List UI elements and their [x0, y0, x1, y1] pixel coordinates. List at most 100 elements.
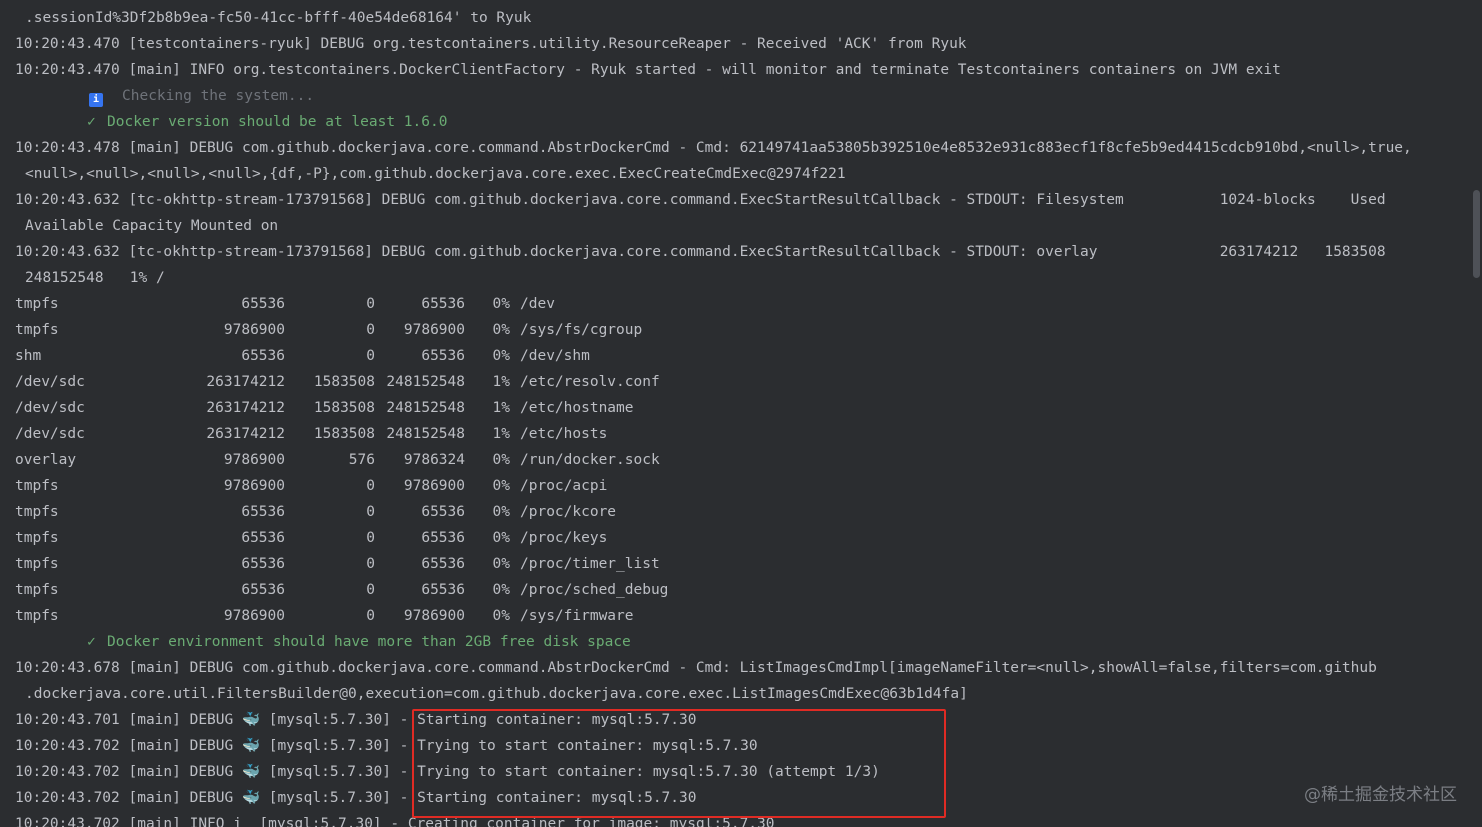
- df-capacity: 0%: [492, 322, 510, 338]
- df-filesystem: tmpfs: [15, 322, 59, 338]
- df-mount: /run/docker.sock: [520, 452, 660, 468]
- df-filesystem: tmpfs: [15, 530, 59, 546]
- df-available: 248152548: [386, 400, 465, 416]
- log-prefix: 10:20:43.702 [main] DEBUG: [15, 790, 234, 806]
- df-blocks: 65536: [241, 504, 285, 520]
- df-blocks: 65536: [241, 582, 285, 598]
- df-capacity: 0%: [492, 452, 510, 468]
- df-capacity: 0%: [492, 478, 510, 494]
- df-used: 0: [366, 322, 375, 338]
- df-row: overlay 9786900 576 9786324 0% /run/docker.so…: [15, 447, 1462, 473]
- df-used: 1583508: [313, 426, 375, 442]
- df-mount: /etc/resolv.conf: [520, 374, 660, 390]
- log-line: Available Capacity Mounted on: [25, 218, 279, 234]
- df-filesystem: tmpfs: [15, 504, 59, 520]
- df-used: 0: [366, 556, 375, 572]
- df-available: 9786900: [403, 322, 465, 338]
- df-mount: /proc/kcore: [520, 504, 617, 520]
- log-line: .sessionId%3Df2b8b9ea-fc50-41cc-bfff-40e…: [25, 10, 532, 26]
- df-available: 248152548: [386, 374, 465, 390]
- df-capacity: 0%: [492, 530, 510, 546]
- df-blocks: 263174212: [206, 374, 285, 390]
- df-mount: /sys/fs/cgroup: [520, 322, 643, 338]
- df-available: 248152548: [386, 426, 465, 442]
- df-blocks: 9786900: [223, 322, 285, 338]
- df-filesystem: shm: [15, 348, 42, 364]
- df-row: tmpfs 9786900 0 9786900 0% /sys/firmware: [15, 603, 1462, 629]
- df-filesystem: tmpfs: [15, 478, 59, 494]
- df-blocks: 9786900: [223, 478, 285, 494]
- df-available: 9786900: [403, 608, 465, 624]
- df-row: tmpfs 65536 0 65536 0% /proc/keys: [15, 525, 1462, 551]
- log-message: Starting container: mysql:5.7.30: [417, 712, 697, 728]
- df-used: 0: [366, 478, 375, 494]
- df-mount: /proc/timer_list: [520, 556, 660, 572]
- df-filesystem: tmpfs: [15, 556, 59, 572]
- log-line: 10:20:43.632 [tc-okhttp-stream-173791568…: [15, 192, 1386, 208]
- df-row: tmpfs 65536 0 65536 0% /dev: [15, 291, 1462, 317]
- df-used: 0: [366, 348, 375, 364]
- df-capacity: 0%: [492, 556, 510, 572]
- df-used: 0: [366, 530, 375, 546]
- checkmark-icon: ✓: [87, 634, 96, 650]
- df-capacity: 1%: [492, 400, 510, 416]
- df-capacity: 0%: [492, 582, 510, 598]
- df-blocks: 65536: [241, 296, 285, 312]
- df-used: 576: [348, 452, 375, 468]
- check-line-system: i Checking the system...: [15, 83, 1462, 109]
- container-log-line: 10:20:43.701 [main] DEBUG 🐳 [mysql:5.7.3…: [15, 707, 1462, 733]
- df-row: tmpfs 65536 0 65536 0% /proc/kcore: [15, 499, 1462, 525]
- df-available: 65536: [421, 582, 465, 598]
- checkmark-icon: ✓: [87, 114, 96, 130]
- docker-whale-icon: 🐳: [241, 790, 261, 806]
- check-line-docker-version: ✓ Docker version should be at least 1.6.0: [15, 109, 1462, 135]
- df-row: /dev/sdc 263174212 1583508 248152548 1% /etc/…: [15, 421, 1462, 447]
- watermark: @稀土掘金技术社区: [1304, 785, 1457, 805]
- df-mount: /sys/firmware: [520, 608, 634, 624]
- info-icon: i: [89, 93, 103, 107]
- log-message: Trying to start container: mysql:5.7.30 …: [417, 764, 880, 780]
- docker-whale-icon: 🐳: [241, 712, 261, 728]
- df-capacity: 0%: [492, 608, 510, 624]
- df-available: 65536: [421, 504, 465, 520]
- container-log-line: 10:20:43.702 [main] DEBUG 🐳 [mysql:5.7.3…: [15, 785, 1462, 811]
- df-blocks: 9786900: [223, 452, 285, 468]
- log-tag: [mysql:5.7.30] -: [268, 790, 418, 806]
- log-prefix: 10:20:43.702 [main] DEBUG: [15, 764, 234, 780]
- df-row: tmpfs 9786900 0 9786900 0% /proc/acpi: [15, 473, 1462, 499]
- df-filesystem: /dev/sdc: [15, 426, 85, 442]
- log-prefix: 10:20:43.701 [main] DEBUG: [15, 712, 234, 728]
- scrollbar-thumb[interactable]: [1473, 190, 1480, 278]
- df-mount: /dev/shm: [520, 348, 590, 364]
- df-capacity: 0%: [492, 348, 510, 364]
- df-used: 0: [366, 504, 375, 520]
- log-prefix: 10:20:43.702 [main] DEBUG: [15, 738, 234, 754]
- docker-whale-icon: 🐳: [241, 764, 261, 780]
- df-blocks: 65536: [241, 348, 285, 364]
- df-blocks: 65536: [241, 556, 285, 572]
- df-mount: /etc/hostname: [520, 400, 634, 416]
- df-row: tmpfs 65536 0 65536 0% /proc/sched_debug: [15, 577, 1462, 603]
- df-capacity: 1%: [492, 426, 510, 442]
- df-blocks: 9786900: [223, 608, 285, 624]
- df-mount: /etc/hosts: [520, 426, 608, 442]
- df-used: 1583508: [313, 400, 375, 416]
- df-available: 9786324: [403, 452, 465, 468]
- container-log-line: 10:20:43.702 [main] DEBUG 🐳 [mysql:5.7.3…: [15, 759, 1462, 785]
- log-tag: [mysql:5.7.30] -: [268, 764, 418, 780]
- df-filesystem: overlay: [15, 452, 77, 468]
- console-output[interactable]: .sessionId%3Df2b8b9ea-fc50-41cc-bfff-40e…: [0, 0, 1482, 827]
- df-available: 65536: [421, 348, 465, 364]
- df-filesystem: tmpfs: [15, 608, 59, 624]
- log-tag: [mysql:5.7.30] -: [268, 738, 418, 754]
- df-blocks: 263174212: [206, 400, 285, 416]
- df-filesystem: /dev/sdc: [15, 374, 85, 390]
- log-line: 248152548 1% /: [25, 270, 165, 286]
- df-available: 65536: [421, 296, 465, 312]
- log-line: 10:20:43.678 [main] DEBUG com.github.doc…: [15, 660, 1377, 676]
- df-available: 65536: [421, 530, 465, 546]
- df-filesystem: tmpfs: [15, 296, 59, 312]
- df-mount: /proc/sched_debug: [520, 582, 669, 598]
- log-line: 10:20:43.470 [main] INFO org.testcontain…: [15, 62, 1281, 78]
- df-filesystem: tmpfs: [15, 582, 59, 598]
